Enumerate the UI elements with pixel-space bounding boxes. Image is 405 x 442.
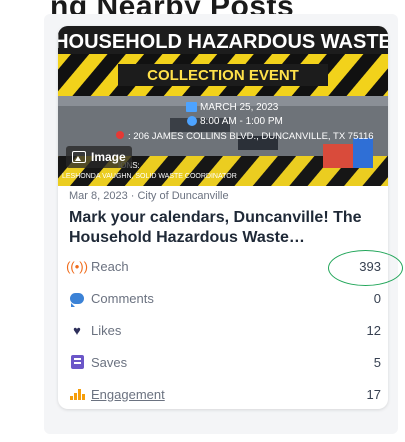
stat-saves-value: 5 (373, 354, 381, 370)
stat-comments: Comments 0 (69, 287, 381, 309)
stat-comments-label: Comments (91, 290, 154, 306)
calendar-icon (186, 102, 197, 112)
image-caption-line2: LESHONDA VAUGHN, SOLID WASTE COORDINATOR (62, 173, 237, 180)
engagement-link[interactable]: Engagement (91, 387, 367, 402)
location-pin-icon (116, 131, 124, 139)
image-banner-top: HOUSEHOLD HAZARDOUS WASTE (58, 31, 388, 53)
broadcast-icon: ((•)) (66, 258, 88, 274)
stat-saves: Saves 5 (69, 351, 381, 373)
reach-highlight-annotation (328, 250, 403, 286)
stat-engagement: Engagement 17 (69, 383, 381, 405)
comment-icon (69, 290, 85, 307)
stat-comments-value: 0 (373, 290, 381, 306)
post-image[interactable]: HOUSEHOLD HAZARDOUS WASTE COLLECTION EVE… (58, 26, 388, 186)
image-address: : 206 JAMES COLLINS BLVD., DUNCANVILLE, … (128, 131, 374, 142)
image-icon (72, 151, 86, 163)
heart-icon: ♥ (73, 322, 81, 338)
bookmark-icon (69, 354, 85, 370)
image-time: 8:00 AM - 1:00 PM (200, 116, 283, 127)
stat-likes-value: 12 (366, 322, 381, 338)
image-type-badge: Image (66, 146, 132, 168)
stat-likes: ♥ Likes 12 (69, 319, 381, 341)
stat-reach-label: Reach (91, 258, 129, 274)
post-headline-line1: Mark your calendars, Duncanville! The (69, 209, 362, 226)
image-badge-label: Image (91, 150, 126, 164)
bar-chart-icon (69, 386, 85, 402)
post-meta: Mar 8, 2023 · City of Duncanville (69, 190, 229, 202)
clock-icon (187, 116, 197, 126)
stat-saves-label: Saves (91, 354, 128, 370)
post-headline-line2: Household Hazardous Waste… (69, 229, 305, 246)
post-card[interactable]: HOUSEHOLD HAZARDOUS WASTE COLLECTION EVE… (58, 26, 388, 409)
image-banner-sub: COLLECTION EVENT (147, 67, 299, 84)
image-date: MARCH 25, 2023 (200, 102, 279, 113)
stat-likes-label: Likes (91, 322, 122, 338)
post-headline[interactable]: Mark your calendars, Duncanville! The Ho… (69, 208, 381, 248)
stat-engagement-value: 17 (366, 386, 381, 402)
